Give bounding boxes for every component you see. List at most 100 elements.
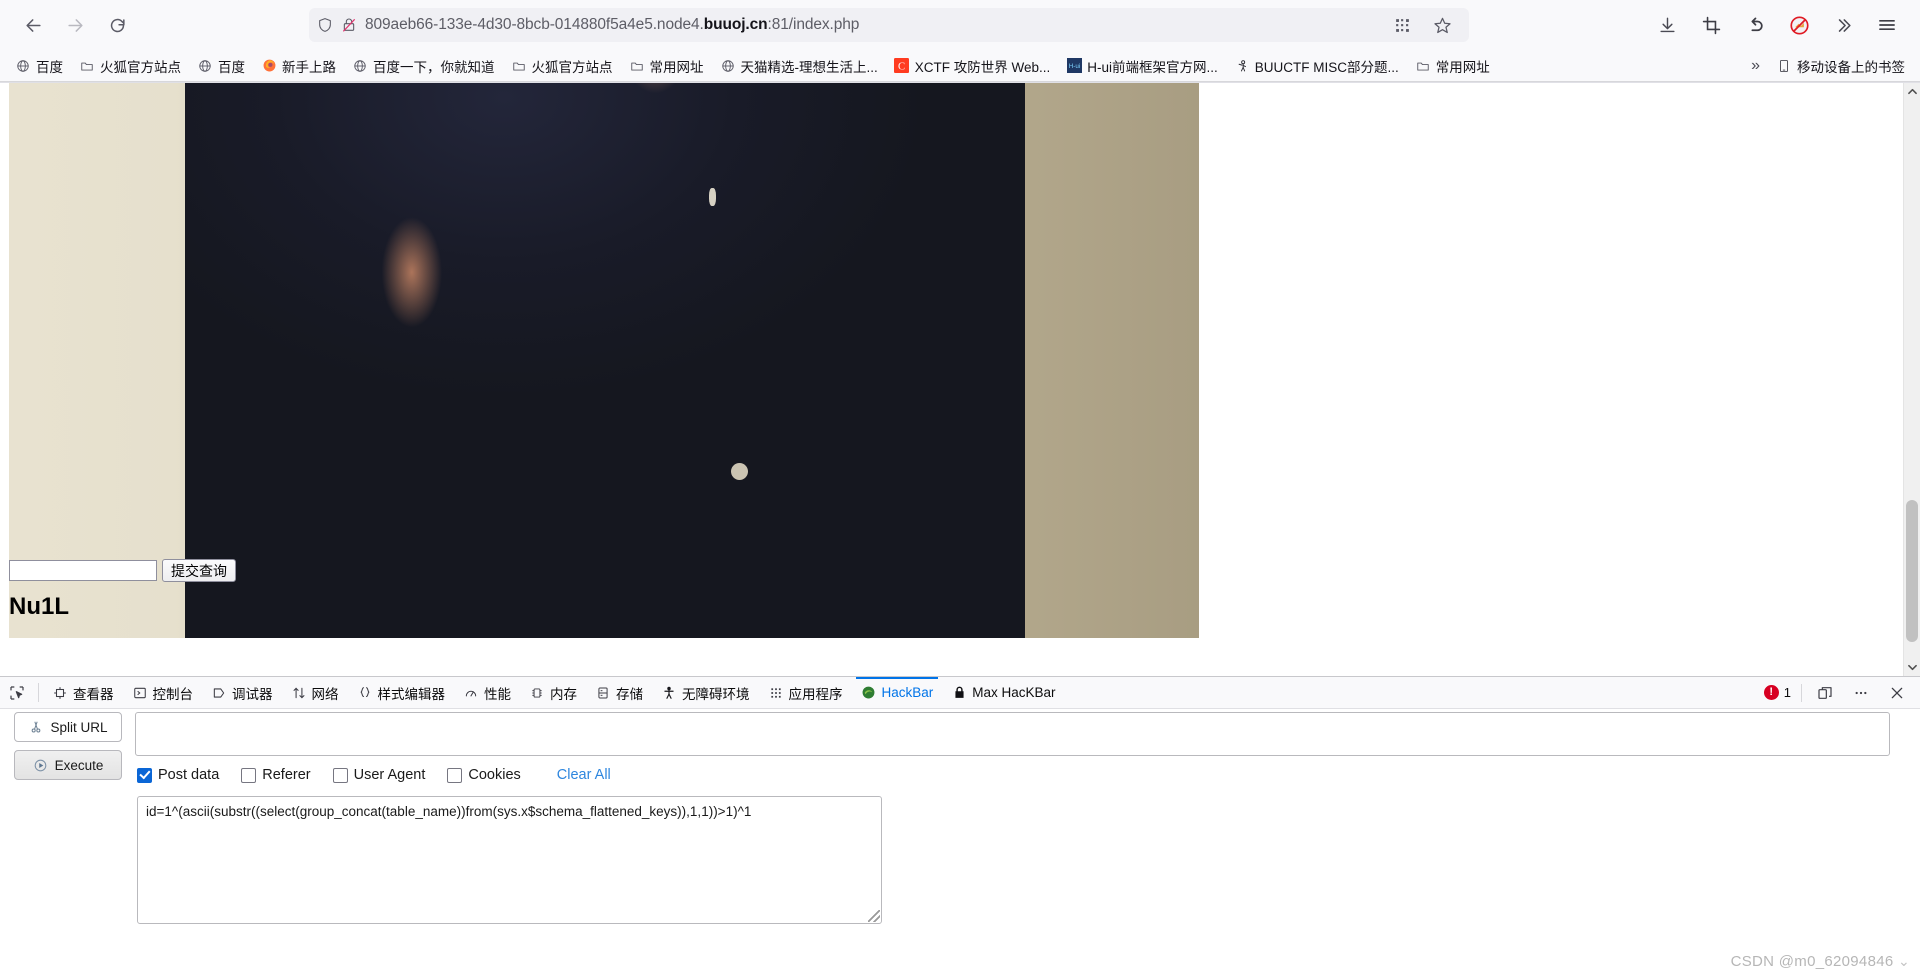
query-result-text: Nu1L [9,593,69,620]
bookmark-item[interactable]: 常用网址 [1408,53,1497,79]
split-url-button[interactable]: Split URL [14,712,122,742]
screenshot-icon[interactable] [1692,6,1730,44]
clear-all-link[interactable]: Clear All [557,767,611,783]
bookmark-item[interactable]: 新手上路 [254,53,343,79]
qr-code-icon[interactable] [1383,6,1421,44]
element-picker-icon[interactable] [0,677,34,708]
hamburger-menu-icon[interactable] [1868,6,1906,44]
bookmark-item[interactable]: 天猫精选-理想生活上... [713,53,885,79]
scroll-down-arrow[interactable] [1904,659,1920,676]
bookmarks-overflow-button[interactable]: » [1744,54,1767,78]
scissors-icon [28,719,44,735]
play-icon [33,757,49,773]
svg-text:C: C [898,61,905,72]
bookmark-item[interactable]: C XCTF 攻防世界 Web... [887,53,1058,79]
url-bar[interactable]: 809aeb66-133e-4d30-8bcb-014880f5a4e5.nod… [309,8,1469,42]
option-post-data[interactable]: Post data [137,767,219,783]
option-user-agent[interactable]: User Agent [332,767,426,783]
network-icon [291,685,307,701]
tab-storage[interactable]: 存储 [586,677,652,708]
option-label: Cookies [468,767,521,783]
mobile-bookmarks-item[interactable]: 移动设备上的书签 [1769,53,1912,79]
tab-network[interactable]: 网络 [282,677,348,708]
overflow-chevrons-icon[interactable] [1824,6,1862,44]
postdata-value: id=1^(ascii(substr((select(group_concat(… [146,804,752,819]
close-icon[interactable] [1884,680,1910,706]
tab-accessibility[interactable]: 无障碍环境 [652,677,759,708]
inspector-icon [52,685,68,701]
hackbar-url-field[interactable] [135,712,1890,756]
console-icon [132,685,148,701]
bookmark-item[interactable]: 常用网址 [622,53,711,79]
url-text[interactable]: 809aeb66-133e-4d30-8bcb-014880f5a4e5.nod… [365,16,1375,34]
user-agent-checkbox[interactable] [332,767,348,783]
globe-icon [352,58,368,74]
bookmark-label: XCTF 攻防世界 Web... [914,59,1051,75]
application-icon [768,685,784,701]
bookmark-item[interactable]: 百度 [190,53,252,79]
url-bar-container: 809aeb66-133e-4d30-8bcb-014880f5a4e5.nod… [140,8,1638,42]
tab-console[interactable]: 控制台 [123,677,203,708]
tab-label: 控制台 [152,686,194,702]
firefox-icon [261,58,277,74]
memory-icon [529,685,545,701]
execute-button[interactable]: Execute [14,750,122,780]
option-cookies[interactable]: Cookies [447,767,521,783]
tab-max-hackbar[interactable]: Max HacKBar [942,677,1064,708]
devtools-toolbar-right: ! 1 [1763,677,1920,708]
option-label: User Agent [353,767,426,783]
hackbar-actions: Split URL Execute [0,712,135,975]
page-scrollbar[interactable] [1903,83,1920,676]
post-data-checkbox[interactable] [137,767,152,783]
bookmark-item[interactable]: H-ui H-ui前端框架官方网... [1059,53,1225,79]
bookmarks-toolbar: 百度 火狐官方站点 百度 新手上路 百度一下，你就知道 火狐官方站点 常用网址 [0,50,1920,82]
option-referer[interactable]: Referer [241,767,311,783]
tab-label: Max HacKBar [972,685,1056,700]
submit-query-button[interactable]: 提交查询 [162,559,236,582]
error-badge[interactable]: ! 1 [1763,685,1791,700]
query-input[interactable] [9,560,157,581]
lock-crossed-icon[interactable] [341,17,357,33]
tab-style-editor[interactable]: 样式编辑器 [348,677,455,708]
more-options-icon[interactable] [1848,680,1874,706]
tab-debugger[interactable]: 调试器 [202,677,282,708]
page-viewport: 提交查询 Nu1L [0,83,1920,676]
bookmark-item[interactable]: 火狐官方站点 [72,53,188,79]
referer-checkbox[interactable] [241,767,257,783]
shield-icon[interactable] [317,17,333,33]
query-form: 提交查询 [9,559,236,582]
bookmark-item[interactable]: 火狐官方站点 [504,53,620,79]
resize-handle-icon[interactable] [868,910,880,922]
star-icon[interactable] [1423,6,1461,44]
scrollbar-thumb[interactable] [1906,500,1918,642]
hackbar-panel: Split URL Execute Post data Referer User… [0,709,1920,975]
undo-icon[interactable] [1736,6,1774,44]
tab-application[interactable]: 应用程序 [759,677,852,708]
blocked-icon[interactable] [1780,6,1818,44]
storage-icon [595,685,611,701]
scrollbar-track[interactable] [1904,100,1920,659]
bookmark-item[interactable]: 百度 [8,53,70,79]
bookmark-item[interactable]: 百度一下，你就知道 [345,53,502,79]
mobile-bookmarks-label: 移动设备上的书签 [1797,59,1905,75]
mobile-bookmarks-icon [1776,58,1792,74]
tab-label: 内存 [550,686,577,702]
dock-panel-icon[interactable] [1812,680,1838,706]
bookmark-item[interactable]: BUUCTF MISC部分题... [1227,53,1406,79]
tab-memory[interactable]: 内存 [520,677,586,708]
scroll-up-arrow[interactable] [1904,83,1920,100]
tab-hackbar[interactable]: HackBar [852,677,943,708]
cookies-checkbox[interactable] [447,767,463,783]
hackbar-postdata-field[interactable]: id=1^(ascii(substr((select(group_concat(… [137,796,882,924]
back-button[interactable] [14,6,52,44]
tab-inspector[interactable]: 查看器 [43,677,123,708]
downloads-icon[interactable] [1648,6,1686,44]
reload-button[interactable] [98,6,136,44]
tab-label: 网络 [311,686,339,702]
tab-performance[interactable]: 性能 [454,677,520,708]
forward-button[interactable] [56,6,94,44]
bookmark-label: 火狐官方站点 [531,59,613,75]
bookmark-label: BUUCTF MISC部分题... [1254,59,1399,75]
tab-label: 应用程序 [788,686,843,702]
navigation-toolbar: 809aeb66-133e-4d30-8bcb-014880f5a4e5.nod… [0,0,1920,50]
